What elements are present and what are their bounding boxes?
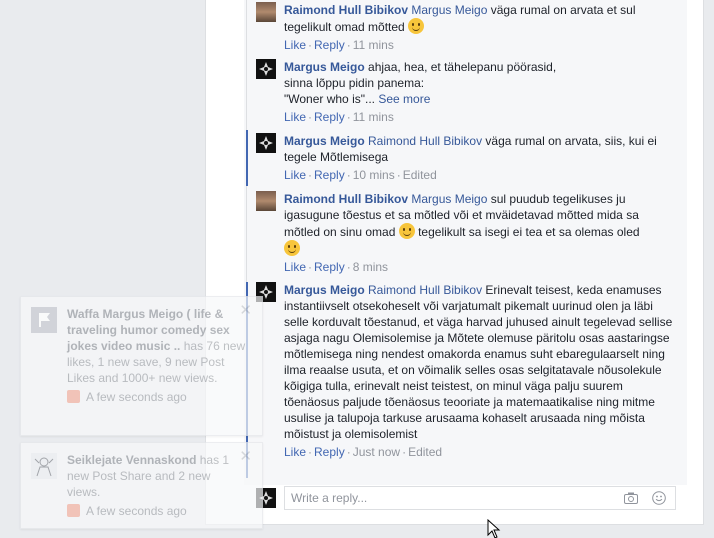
margus-avatar[interactable] <box>256 133 276 153</box>
like-link[interactable]: Like <box>284 168 306 182</box>
comment: Margus Meigo ahjaa, hea, et tähelepanu p… <box>256 59 676 126</box>
comment-time[interactable]: 8 mins <box>353 260 388 274</box>
close-icon[interactable]: ✕ <box>239 449 252 464</box>
raimond-avatar[interactable] <box>256 2 276 22</box>
notification-text: Waffa Margus Meigo ( life & traveling hu… <box>67 297 262 413</box>
thread-line-grey <box>246 0 247 130</box>
reply-link[interactable]: Reply <box>314 38 345 52</box>
margus-avatar[interactable] <box>256 59 276 79</box>
comment-author[interactable]: Margus Meigo <box>284 134 365 148</box>
comment-time[interactable]: 10 mins <box>353 168 395 182</box>
comment-actions: Like · Reply · Just now · Edited <box>284 445 443 459</box>
comment-author[interactable]: Raimond Hull Bibikov <box>284 192 408 206</box>
comment-time[interactable]: Just now <box>353 445 400 459</box>
smiley-emoji-icon <box>398 223 415 239</box>
comment-actions: Like · Reply · 11 mins <box>284 110 394 124</box>
edited-label[interactable]: Edited <box>408 445 442 459</box>
comment: Raimond Hull Bibikov Margus Meigo väga r… <box>256 2 676 54</box>
page-avatar-icon <box>31 307 57 333</box>
comment-body-line1: ahjaa, hea, et tähelepanu pöörasid, <box>368 60 557 74</box>
reply-composer <box>256 486 676 512</box>
comment-author[interactable]: Raimond Hull Bibikov <box>284 3 408 17</box>
comment-body: Erinevalt teisest, keda enamuses instant… <box>284 283 673 441</box>
comment-actions: Like · Reply · 10 mins · Edited <box>284 168 437 182</box>
comment-actions: Like · Reply · 11 mins <box>284 38 394 52</box>
comment-author[interactable]: Margus Meigo <box>284 60 365 74</box>
notification-time-label: A few seconds ago <box>86 504 187 518</box>
comment-mention[interactable]: Raimond Hull Bibikov <box>368 283 482 297</box>
comment-body-line2: sinna lõppu pidin panema: <box>284 76 425 90</box>
smiley-emoji-icon <box>408 18 425 34</box>
comment-time[interactable]: 11 mins <box>353 38 394 52</box>
page-avatar-icon <box>31 453 57 479</box>
comment-actions: Like · Reply · 8 mins <box>284 260 389 274</box>
flag-icon <box>67 390 80 403</box>
comment: Margus Meigo Raimond Hull Bibikov väga r… <box>256 133 676 184</box>
like-link[interactable]: Like <box>284 260 306 274</box>
comment-text: Raimond Hull Bibikov Margus Meigo väga r… <box>284 2 676 35</box>
smiley-emoji-icon <box>284 240 300 256</box>
comment-time[interactable]: 11 mins <box>353 110 394 124</box>
comment: Raimond Hull Bibikov Margus Meigo sul pu… <box>256 191 676 276</box>
comment-body-line3: "Woner who is"... <box>284 92 375 106</box>
notification-text: Seiklejate Vennaskond has 1 new Post Sha… <box>67 443 262 527</box>
comment-text: Margus Meigo ahjaa, hea, et tähelepanu p… <box>284 59 676 107</box>
notification-time: A few seconds ago <box>67 503 246 519</box>
thread-line-active <box>246 130 248 186</box>
notification-toast[interactable]: Seiklejate Vennaskond has 1 new Post Sha… <box>20 442 263 529</box>
mouse-pointer-icon <box>487 519 501 538</box>
comment-author[interactable]: Margus Meigo <box>284 283 365 297</box>
like-link[interactable]: Like <box>284 445 306 459</box>
comment-text: Margus Meigo Raimond Hull Bibikov Erinev… <box>284 282 676 442</box>
reply-link[interactable]: Reply <box>314 260 345 274</box>
camera-icon[interactable] <box>624 492 638 504</box>
close-icon[interactable]: ✕ <box>239 303 252 318</box>
like-link[interactable]: Like <box>284 110 306 124</box>
reply-link[interactable]: Reply <box>314 445 345 459</box>
notification-toast[interactable]: Waffa Margus Meigo ( life & traveling hu… <box>20 296 263 436</box>
reply-link[interactable]: Reply <box>314 168 345 182</box>
comment-text: Margus Meigo Raimond Hull Bibikov väga r… <box>284 133 676 165</box>
comment: Margus Meigo Raimond Hull Bibikov Erinev… <box>256 282 676 461</box>
raimond-avatar[interactable] <box>256 191 276 211</box>
thread-line-grey-2 <box>246 186 247 282</box>
comment-mention[interactable]: Margus Meigo <box>411 192 487 206</box>
comment-text: Raimond Hull Bibikov Margus Meigo sul pu… <box>284 191 676 257</box>
edited-label[interactable]: Edited <box>403 168 437 182</box>
like-link[interactable]: Like <box>284 38 306 52</box>
emoji-icon[interactable] <box>652 491 666 505</box>
comment-mention[interactable]: Raimond Hull Bibikov <box>368 134 482 148</box>
see-more-link[interactable]: See more <box>378 92 430 106</box>
notification-time-label: A few seconds ago <box>86 390 187 404</box>
flag-icon <box>67 504 80 517</box>
reply-link[interactable]: Reply <box>314 110 345 124</box>
notification-name: Seiklejate Vennaskond <box>67 453 197 467</box>
comment-mention[interactable]: Margus Meigo <box>411 3 487 17</box>
notification-time: A few seconds ago <box>67 389 246 405</box>
reply-input[interactable] <box>284 486 676 510</box>
comment-body-cont: tegelikult sa isegi ei tea et sa olemas … <box>418 225 640 239</box>
